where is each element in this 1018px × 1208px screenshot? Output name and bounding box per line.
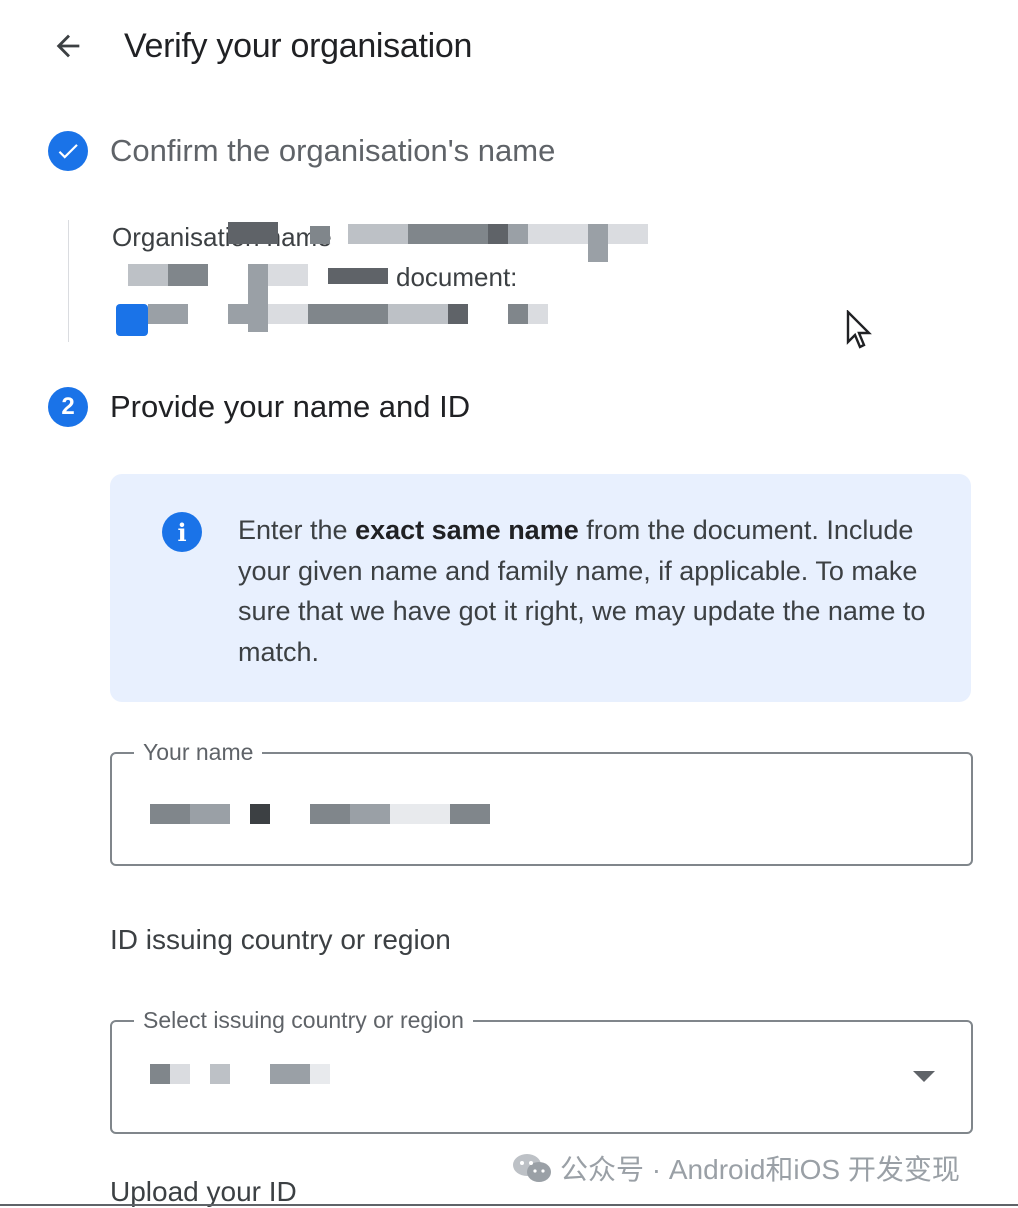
check-circle-icon	[48, 131, 88, 171]
document-label: document:	[396, 262, 518, 292]
watermark-text: 公众号 · Android和iOS 开发变现	[560, 1154, 960, 1185]
your-name-field[interactable]: Your name	[110, 736, 973, 866]
issuing-country-label: Select issuing country or region	[134, 1004, 473, 1036]
info-banner: i Enter the exact same name from the doc…	[110, 474, 971, 702]
step2-title: Provide your name and ID	[110, 389, 471, 424]
back-button[interactable]	[44, 22, 92, 70]
mouse-cursor-icon	[846, 309, 876, 357]
arrow-drop-down-icon[interactable]	[913, 1071, 935, 1082]
page-title: Verify your organisation	[124, 27, 473, 65]
org-details-redacted: Organisation name document:	[110, 218, 670, 346]
country-section-label: ID issuing country or region	[110, 924, 451, 955]
issuing-country-select[interactable]: Select issuing country or region	[110, 1004, 973, 1134]
bottom-edge	[0, 1204, 1018, 1206]
arrow-back-icon	[56, 34, 80, 58]
step1-title: Confirm the organisation's name	[110, 133, 556, 168]
wechat-icon	[513, 1154, 551, 1182]
org-name-label: Organisation name	[112, 222, 332, 252]
your-name-label: Your name	[134, 736, 263, 768]
step2-number-icon: 2	[48, 387, 88, 427]
watermark: 公众号 · Android和iOS 开发变现	[512, 1148, 960, 1188]
upload-id-label: Upload your ID	[110, 1176, 297, 1207]
redacted-chip	[116, 304, 148, 336]
step-connector-line	[68, 220, 69, 342]
info-icon: i	[162, 512, 202, 552]
info-text: Enter the exact same name from the docum…	[238, 515, 926, 667]
